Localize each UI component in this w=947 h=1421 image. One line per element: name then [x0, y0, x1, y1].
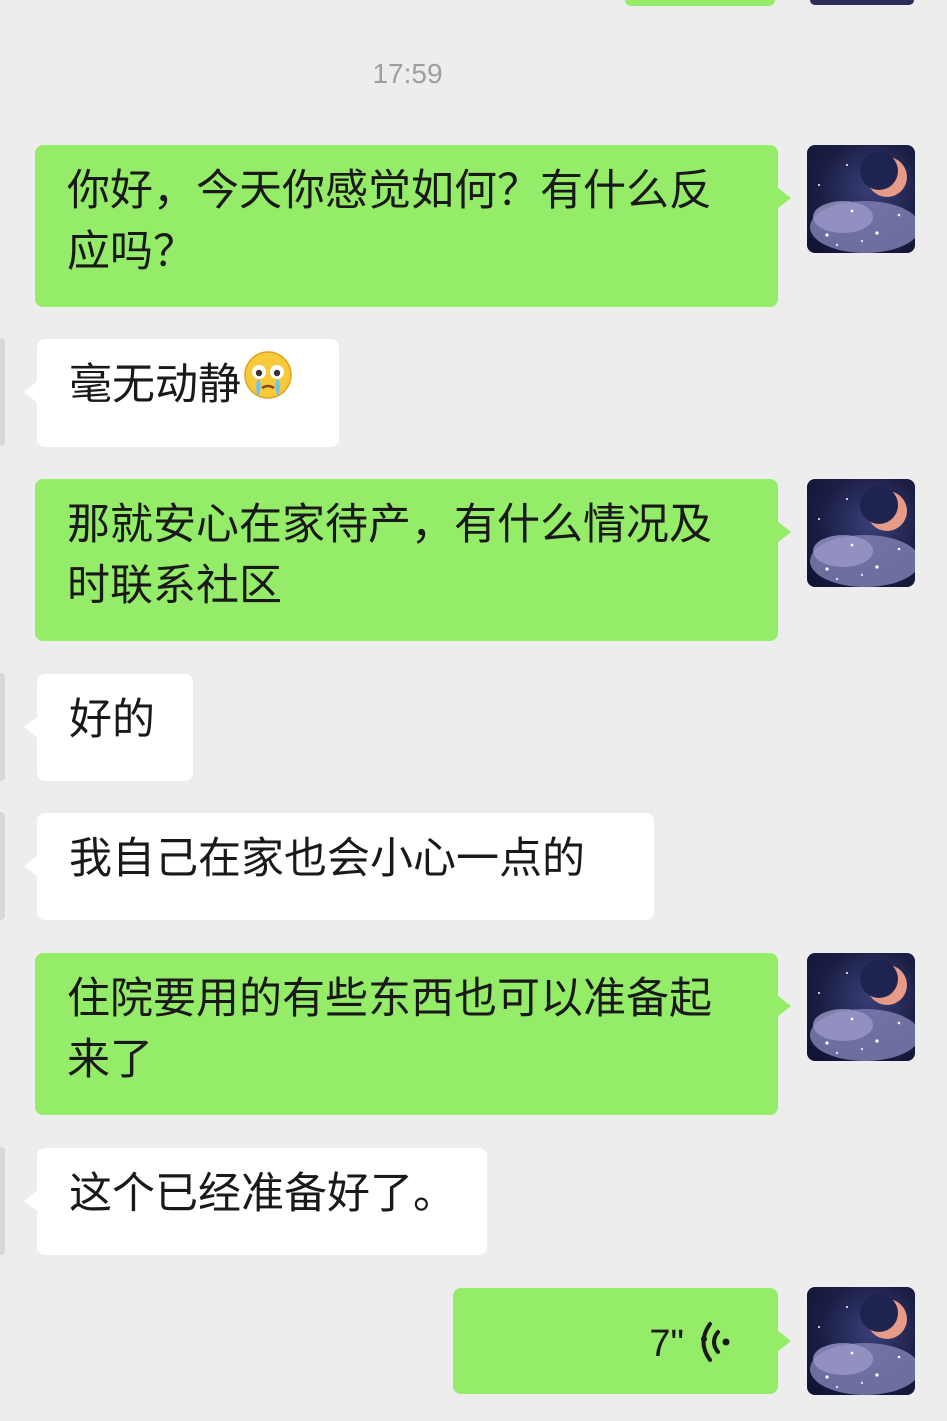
self-avatar[interactable]: [807, 479, 915, 587]
voice-message-bubble[interactable]: 7": [453, 1288, 791, 1394]
message-bubble-incoming[interactable]: 毫无动静: [24, 339, 339, 447]
self-avatar[interactable]: [807, 1287, 915, 1395]
voice-duration: 7": [649, 1323, 684, 1365]
night-sky-avatar-image: [810, 486, 915, 587]
message-bubble-outgoing[interactable]: 你好，今天你感觉如何？有什么反应吗？: [35, 145, 791, 307]
previous-avatar: [810, 0, 914, 5]
message-text: 住院要用的有些东西也可以准备起来了: [67, 974, 712, 1085]
previous-message-bubble: [625, 0, 775, 6]
chat-timestamp: 17:59: [372, 58, 443, 89]
message-text: 毫无动静: [69, 360, 241, 410]
crying-face-emoji-icon: [243, 350, 293, 417]
message-bubble-incoming[interactable]: 这个已经准备好了。: [24, 1148, 487, 1255]
message-text: 这个已经准备好了。: [69, 1169, 456, 1219]
message-bubble-outgoing[interactable]: 那就安心在家待产，有什么情况及时联系社区: [35, 479, 791, 641]
message-bubble-incoming[interactable]: 好的: [24, 674, 193, 781]
other-avatar-edge: [0, 673, 5, 781]
night-sky-avatar-image: [810, 152, 915, 253]
night-sky-avatar-image: [810, 960, 915, 1061]
message-bubble-outgoing[interactable]: 住院要用的有些东西也可以准备起来了: [35, 953, 791, 1115]
message-bubble-incoming[interactable]: 我自己在家也会小心一点的: [24, 813, 654, 920]
other-avatar-edge: [0, 338, 5, 446]
self-avatar[interactable]: [807, 953, 915, 1061]
self-avatar[interactable]: [807, 145, 915, 253]
message-text: 那就安心在家待产，有什么情况及时联系社区: [67, 500, 712, 611]
message-text: 你好，今天你感觉如何？有什么反应吗？: [67, 166, 712, 277]
other-avatar-edge: [0, 812, 5, 920]
voice-wave-icon: [696, 1318, 732, 1383]
other-avatar-edge: [0, 1147, 5, 1255]
message-text: 我自己在家也会小心一点的: [69, 834, 585, 884]
message-text: 好的: [69, 695, 155, 745]
night-sky-avatar-image: [810, 1294, 915, 1395]
